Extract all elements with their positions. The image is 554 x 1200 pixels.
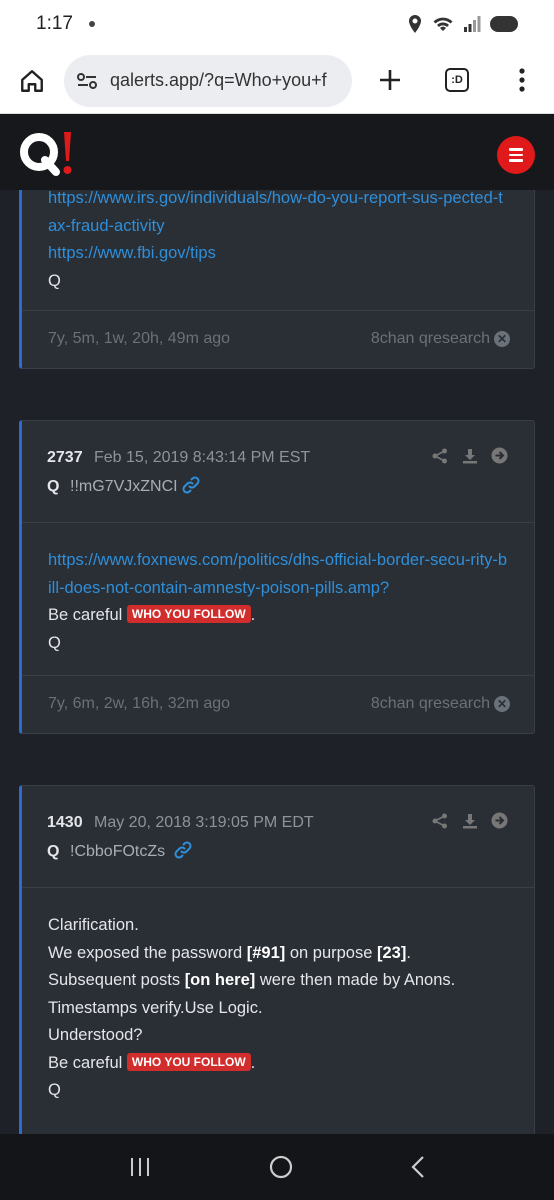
- status-bar: 1:17: [0, 0, 554, 48]
- battery-icon: [490, 16, 518, 32]
- post-link[interactable]: https://www.foxnews.com/politics/dhs-off…: [48, 547, 508, 602]
- post-text-line: Be careful WHO YOU FOLLOW.: [48, 602, 508, 630]
- more-vert-icon: [519, 68, 525, 92]
- post-feed[interactable]: https://www.irs.gov/individuals/how-do-y…: [0, 190, 554, 1134]
- post-body: https://www.irs.gov/individuals/how-do-y…: [22, 190, 534, 313]
- post-header: 1430 May 20, 2018 3:19:05 PM EDT Q !Cbbo…: [22, 786, 534, 888]
- download-icon[interactable]: [461, 447, 478, 464]
- home-nav-icon[interactable]: [269, 1155, 293, 1179]
- site-logo[interactable]: [18, 128, 78, 178]
- text-fragment: Be careful: [48, 1053, 127, 1072]
- post-link[interactable]: https://www.irs.gov/individuals/how-do-y…: [48, 190, 508, 240]
- highlight-badge[interactable]: WHO YOU FOLLOW: [126, 605, 251, 623]
- link-icon[interactable]: [174, 841, 192, 859]
- text-fragment: were then made by Anons.: [255, 971, 456, 989]
- browser-menu-button[interactable]: [502, 60, 542, 100]
- menu-line-icon: [509, 159, 523, 162]
- url-text: qalerts.app/?q=Who+you+f: [110, 70, 327, 90]
- post-actions: [431, 812, 508, 829]
- post-actions: [431, 447, 508, 464]
- arrow-right-icon[interactable]: [491, 447, 508, 464]
- text-fragment: We exposed the password: [48, 943, 247, 962]
- post-footer: 7y, 6m, 2w, 16h, 32m ago 8chan qresearch…: [22, 675, 534, 733]
- post-text-line: Clarification.: [48, 916, 139, 934]
- post-signature: Q: [48, 1081, 61, 1099]
- highlight-badge[interactable]: WHO YOU FOLLOW: [126, 1052, 251, 1071]
- post-body: Clarification. We exposed the password […: [22, 888, 534, 1123]
- plus-icon: [380, 70, 400, 90]
- new-tab-button[interactable]: [370, 60, 410, 100]
- bold-fragment: [23]: [377, 943, 407, 962]
- home-button[interactable]: [16, 65, 48, 97]
- share-icon[interactable]: [431, 447, 448, 464]
- menu-line-icon: [509, 153, 523, 157]
- text-fragment: .: [250, 1053, 256, 1072]
- address-bar[interactable]: qalerts.app/?q=Who+you+f: [64, 54, 352, 107]
- post-text-line: We exposed the password [#91] on purpose…: [48, 940, 508, 968]
- post-author: Q: [47, 843, 60, 860]
- post-age: 7y, 6m, 2w, 16h, 32m ago: [48, 695, 231, 712]
- post-link[interactable]: https://www.fbi.gov/tips: [48, 240, 508, 268]
- post-date: Feb 15, 2019 8:43:14 PM EST: [94, 449, 311, 466]
- post-number[interactable]: 1430: [47, 814, 83, 832]
- close-icon[interactable]: ✕: [494, 696, 510, 712]
- status-time: 1:17: [36, 13, 73, 34]
- text-fragment: Subsequent posts: [48, 971, 185, 989]
- hamburger-menu-button[interactable]: [497, 136, 535, 174]
- post-text-line: Understood?: [48, 1026, 143, 1044]
- wifi-icon: [433, 17, 453, 31]
- post-signature: Q: [48, 271, 61, 290]
- recents-icon[interactable]: [128, 1156, 152, 1178]
- post-text-line: Be careful WHO YOU FOLLOW.: [48, 1050, 508, 1078]
- post-card: 1430 May 20, 2018 3:19:05 PM EDT Q !Cbbo…: [19, 785, 535, 1134]
- post-card: https://www.irs.gov/individuals/how-do-y…: [19, 190, 535, 369]
- location-icon: [409, 15, 421, 33]
- post-text-line: Subsequent posts [on here] were then mad…: [48, 967, 508, 995]
- close-icon[interactable]: ✕: [494, 331, 510, 347]
- back-icon[interactable]: [410, 1155, 426, 1179]
- post-tripcode: !!mG7VJxZNCI: [70, 478, 178, 495]
- post-board: 8chan qresearch: [370, 695, 490, 712]
- site-settings-icon: [77, 72, 97, 89]
- share-icon[interactable]: [431, 812, 448, 829]
- post-body: https://www.foxnews.com/politics/dhs-off…: [22, 523, 534, 675]
- site-header: [0, 114, 554, 190]
- notification-dot: [88, 21, 95, 27]
- text-fragment: on purpose: [285, 943, 377, 962]
- tab-count: :D: [445, 68, 469, 92]
- post-age: 7y, 5m, 1w, 20h, 49m ago: [48, 330, 231, 347]
- post-header: 2737 Feb 15, 2019 8:43:14 PM EST Q !!mG7…: [22, 421, 534, 523]
- bold-fragment: [#91]: [246, 943, 286, 962]
- signal-icon: [464, 16, 481, 32]
- system-nav-bar: [0, 1134, 554, 1200]
- post-text-line: Timestamps verify.Use Logic.: [48, 998, 263, 1017]
- post-author: Q: [47, 478, 60, 495]
- post-footer: 7y, 5m, 1w, 20h, 49m ago 8chan qresearch…: [22, 310, 534, 368]
- post-date: May 20, 2018 3:19:05 PM EDT: [94, 814, 314, 831]
- text-fragment: .: [250, 606, 256, 624]
- home-icon: [21, 69, 43, 92]
- link-icon[interactable]: [182, 476, 200, 494]
- download-icon[interactable]: [461, 812, 478, 829]
- post-number[interactable]: 2737: [47, 449, 83, 467]
- text-fragment: .: [406, 943, 411, 962]
- arrow-right-icon[interactable]: [491, 812, 508, 829]
- browser-toolbar: qalerts.app/?q=Who+you+f :D: [0, 48, 554, 114]
- menu-line-icon: [509, 148, 523, 151]
- post-tripcode: !CbboFOtcZs: [70, 843, 166, 860]
- post-card: 2737 Feb 15, 2019 8:43:14 PM EST Q !!mG7…: [19, 420, 535, 734]
- post-signature: Q: [48, 633, 61, 652]
- bold-fragment: [on here]: [184, 971, 256, 989]
- text-fragment: Be careful: [48, 606, 127, 624]
- tab-switcher-button[interactable]: :D: [437, 60, 477, 100]
- status-icons: [407, 15, 518, 33]
- post-board: 8chan qresearch: [370, 330, 490, 347]
